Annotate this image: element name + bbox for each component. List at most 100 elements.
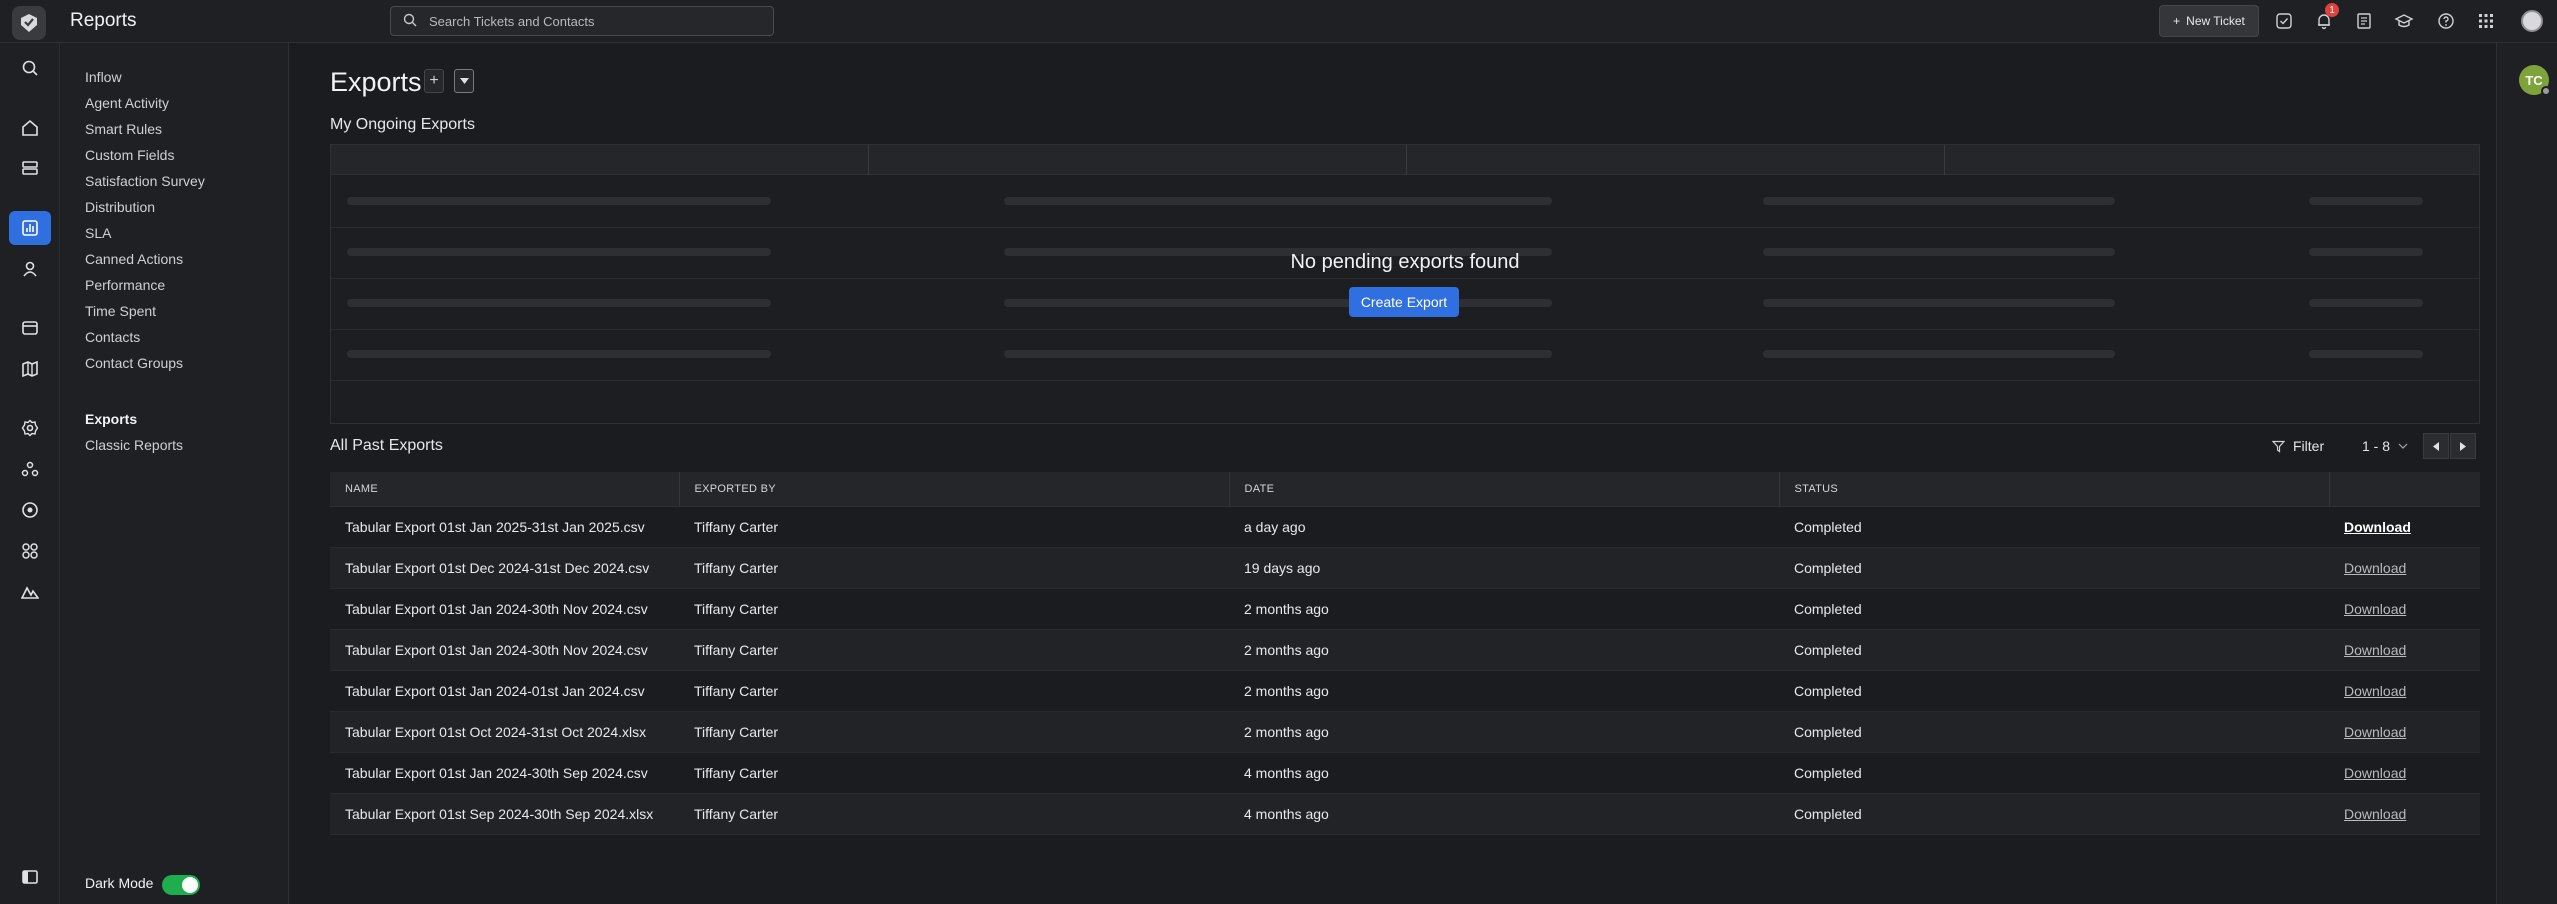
toggle-knob [182, 877, 198, 893]
presence-indicator [2541, 86, 2551, 96]
exported-by: Tiffany Carter [679, 711, 1229, 753]
export-date: 2 months ago [1229, 711, 1779, 753]
sidebar-item-canned-actions[interactable]: Canned Actions [85, 251, 183, 267]
exported-by: Tiffany Carter [679, 588, 1229, 630]
sidebar-item-satisfaction-survey[interactable]: Satisfaction Survey [85, 173, 205, 189]
exported-by: Tiffany Carter [679, 793, 1229, 835]
main-content: Exports + My Ongoing Exports No pending [290, 43, 2496, 904]
column-header-date[interactable]: DATE [1229, 472, 1780, 507]
ongoing-exports-title: My Ongoing Exports [330, 116, 475, 133]
dark-mode-toggle[interactable] [162, 875, 200, 895]
exported-by: Tiffany Carter [679, 629, 1229, 671]
filter-icon [2272, 440, 2285, 453]
sidebar-item-contact-groups[interactable]: Contact Groups [85, 355, 183, 371]
sidebar-item-distribution[interactable]: Distribution [85, 199, 155, 215]
sidebar-item-time-spent[interactable]: Time Spent [85, 303, 156, 319]
app-title: Reports [70, 10, 137, 31]
column-header-actions [2329, 472, 2480, 507]
column-header-name[interactable]: NAME [330, 472, 680, 507]
previous-page-button[interactable] [2423, 433, 2449, 459]
reports-icon[interactable] [9, 211, 51, 245]
download-link[interactable]: Download [2344, 683, 2406, 699]
download-link[interactable]: Download [2344, 724, 2406, 740]
activity-icon[interactable] [9, 493, 51, 527]
download-link[interactable]: Download [2344, 806, 2406, 822]
export-date: 4 months ago [1229, 752, 1779, 794]
add-export-button[interactable]: + [424, 69, 444, 93]
apps-grid-icon[interactable] [2475, 10, 2497, 32]
empty-state-message: No pending exports found [1290, 251, 1520, 273]
sidebar-item-smart-rules[interactable]: Smart Rules [85, 121, 162, 137]
sidebar-item-custom-fields[interactable]: Custom Fields [85, 147, 174, 163]
page-range-label: 1 - 8 [2362, 438, 2391, 454]
download-link[interactable]: Download [2344, 601, 2406, 617]
export-name: Tabular Export 01st Jan 2024-30th Nov 20… [330, 629, 679, 671]
caret-right-icon [2460, 441, 2466, 451]
export-name: Tabular Export 01st Jan 2024-30th Nov 20… [330, 588, 679, 630]
top-bar: Reports + New Ticket 1 [0, 0, 2557, 43]
download-link[interactable]: Download [2344, 642, 2406, 658]
search-icon [403, 13, 417, 30]
table-row: Tabular Export 01st Jan 2024-30th Nov 20… [330, 629, 2480, 671]
sidebar-item-inflow[interactable]: Inflow [85, 69, 122, 85]
search-input[interactable] [429, 13, 749, 29]
brand-icon[interactable] [9, 575, 51, 609]
page-range-select[interactable]: 1 - 8 [2362, 438, 2408, 454]
sidebar-item-exports[interactable]: Exports [85, 411, 137, 427]
knowledge-base-icon[interactable] [9, 352, 51, 386]
export-name: Tabular Export 01st Dec 2024-31st Dec 20… [330, 547, 679, 589]
filter-label: Filter [2293, 438, 2325, 454]
chevron-down-icon [2398, 443, 2408, 449]
left-rail [0, 43, 60, 904]
inbox-icon[interactable] [9, 311, 51, 345]
download-link[interactable]: Download [2344, 519, 2411, 535]
export-name: Tabular Export 01st Jan 2024-30th Sep 20… [330, 752, 679, 794]
team-icon[interactable] [9, 452, 51, 486]
download-link[interactable]: Download [2344, 765, 2406, 781]
global-search[interactable] [390, 6, 774, 36]
notes-icon[interactable] [2353, 10, 2375, 32]
export-date: 2 months ago [1229, 670, 1779, 712]
sidebar-item-classic-reports[interactable]: Classic Reports [85, 437, 183, 453]
ongoing-table-header [331, 145, 2479, 175]
tasks-icon[interactable] [2273, 10, 2295, 32]
table-row: Tabular Export 01st Dec 2024-31st Dec 20… [330, 547, 2480, 589]
settings-icon[interactable] [9, 411, 51, 445]
export-status: Completed [1779, 670, 2329, 712]
sidebar-item-performance[interactable]: Performance [85, 277, 165, 293]
page-title: Exports [330, 67, 422, 97]
download-link[interactable]: Download [2344, 560, 2406, 576]
sidebar-toggle-icon[interactable] [9, 860, 51, 894]
column-header-status[interactable]: STATUS [1779, 472, 2330, 507]
sidebar-item-agent-activity[interactable]: Agent Activity [85, 95, 169, 111]
new-ticket-label: New Ticket [2186, 14, 2245, 28]
export-status: Completed [1779, 506, 2329, 548]
app-logo[interactable] [12, 6, 46, 40]
tickets-icon[interactable] [9, 151, 51, 185]
home-icon[interactable] [9, 111, 51, 145]
user-menu-avatar[interactable] [2521, 10, 2543, 32]
contacts-icon[interactable] [9, 252, 51, 286]
column-header-exported-by[interactable]: EXPORTED BY [679, 472, 1230, 507]
search-icon[interactable] [9, 51, 51, 85]
exported-by: Tiffany Carter [679, 752, 1229, 794]
export-name: Tabular Export 01st Sep 2024-30th Sep 20… [330, 793, 679, 835]
table-header-row: NAME EXPORTED BY DATE STATUS [330, 472, 2480, 507]
plus-icon: + [429, 72, 439, 89]
academy-icon[interactable] [2393, 10, 2415, 32]
sidebar-item-sla[interactable]: SLA [85, 225, 111, 241]
sidebar-item-contacts[interactable]: Contacts [85, 329, 140, 345]
table-row: Tabular Export 01st Jan 2024-30th Nov 20… [330, 588, 2480, 630]
export-name: Tabular Export 01st Jan 2024-01st Jan 20… [330, 670, 679, 712]
export-status: Completed [1779, 752, 2329, 794]
exported-by: Tiffany Carter [679, 506, 1229, 548]
next-page-button[interactable] [2450, 433, 2476, 459]
table-row: Tabular Export 01st Jan 2025-31st Jan 20… [330, 506, 2480, 548]
apps-icon[interactable] [9, 534, 51, 568]
export-options-dropdown[interactable] [454, 69, 474, 93]
create-export-button[interactable]: Create Export [1349, 287, 1459, 317]
new-ticket-button[interactable]: + New Ticket [2159, 5, 2259, 37]
exported-by: Tiffany Carter [679, 670, 1229, 712]
filter-button[interactable]: Filter [2272, 438, 2324, 454]
help-icon[interactable] [2435, 10, 2457, 32]
